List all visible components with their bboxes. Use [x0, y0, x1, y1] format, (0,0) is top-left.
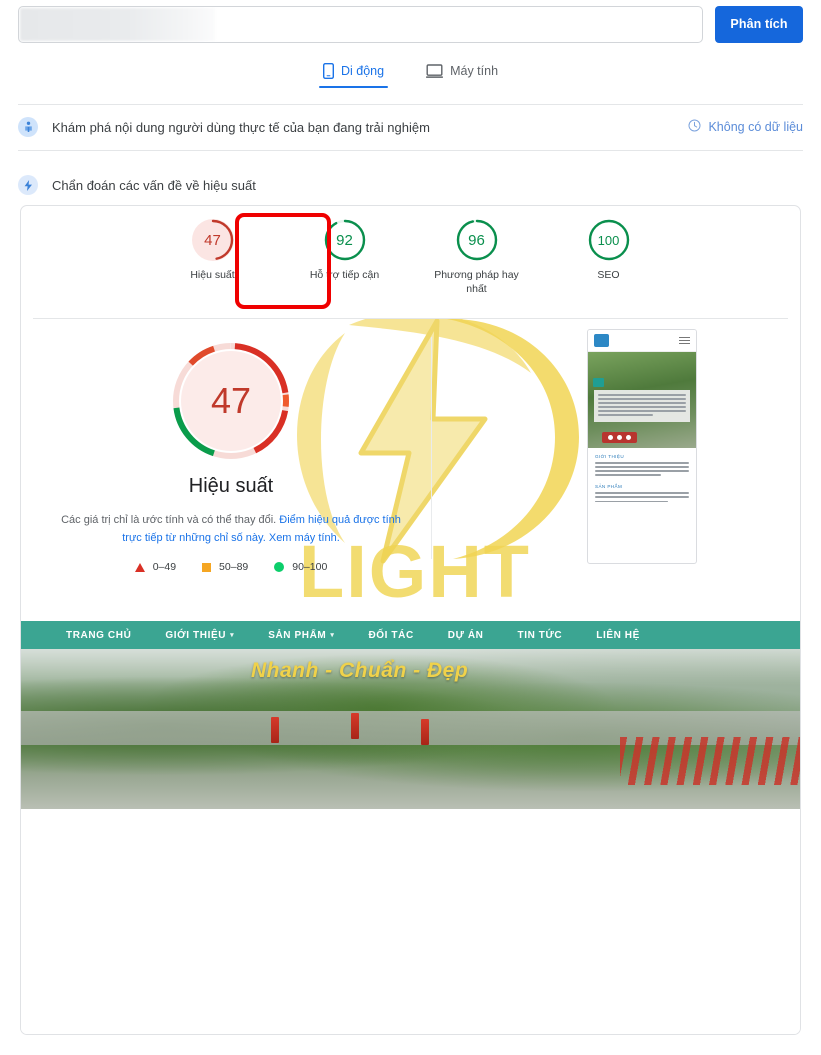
score-label-best-practices: Phương pháp hay nhất	[434, 269, 519, 296]
site-nav-item-about[interactable]: GIỚI THIỆU ▾	[148, 630, 251, 641]
no-data-label: Không có dữ liệu	[708, 120, 803, 134]
field-data-icon	[18, 117, 38, 137]
score-item-performance[interactable]: 47 Hiệu suất	[147, 219, 279, 282]
legend-label-average: 50–89	[219, 561, 249, 574]
hamburger-icon	[679, 336, 690, 345]
field-data-text: Khám phá nội dung người dùng thực tế của…	[52, 119, 430, 135]
diagnose-icon	[18, 175, 38, 195]
site-nav-item-contact[interactable]: LIÊN HỆ	[579, 630, 657, 641]
divider-mid	[18, 150, 803, 151]
tab-mobile-label: Di động	[340, 64, 385, 78]
score-summary-row: 47 Hiệu suất 92 Hỗ trợ tiếp cận 96 Phươn…	[21, 206, 800, 318]
site-nav-label: GIỚI THIỆU	[165, 629, 227, 641]
website-screenshot: TRANG CHỦ GIỚI THIỆU ▾ SẢN PHẨM ▾ ĐỐI TÁ…	[21, 621, 800, 1034]
site-nav-label: SẢN PHẨM	[268, 629, 327, 641]
performance-gauge-wrap: 47 Hiệu suất Các giá trị chỉ là ước tính…	[21, 337, 441, 573]
site-nav-item-partners[interactable]: ĐỐI TÁC	[351, 630, 430, 641]
legend-label-good: 90–100	[292, 561, 328, 574]
score-value-performance: 47	[204, 231, 221, 249]
page-root: Phân tích Di động Máy tính Khám phá nội …	[0, 0, 821, 1055]
site-hero-image: Nhanh - Chuẩn - Đẹp	[21, 649, 800, 809]
diagnose-row: Chẩn đoán các vấn đề về hiệu suất	[18, 168, 803, 202]
url-redacted-overlay	[20, 7, 215, 41]
preview-section-heading: GIỚI THIỆU	[595, 454, 625, 459]
clock-icon	[688, 119, 701, 135]
legend-label-poor: 0–49	[152, 561, 177, 574]
gauge-description: Các giá trị chỉ là ước tính và có thể th…	[51, 511, 411, 547]
preview-hero-card	[594, 390, 690, 422]
legend-item-average: 50–89	[202, 561, 248, 573]
triangle-swatch-icon	[134, 562, 145, 572]
site-hero-text: Nhanh - Chuẩn - Đẹp	[251, 659, 469, 682]
preview-section-intro: GIỚI THIỆU	[588, 448, 696, 476]
circle-swatch-icon	[274, 562, 285, 573]
performance-gauge: 47	[167, 337, 295, 465]
divider-top	[18, 104, 803, 105]
desktop-icon	[426, 63, 444, 79]
site-nav-item-products[interactable]: SẢN PHẨM ▾	[251, 630, 351, 641]
url-toolbar: Phân tích	[0, 4, 821, 44]
tab-mobile[interactable]: Di động	[318, 60, 389, 88]
preview-section-products: SẢN PHẨM	[588, 478, 696, 503]
mobile-screenshot-preview: GIỚI THIỆU SẢN PHẨM	[587, 329, 697, 564]
preview-logo-icon	[594, 334, 609, 347]
site-nav-label: LIÊN HỆ	[596, 629, 640, 641]
gauge-desc-link-desktop[interactable]: Xem máy tính.	[266, 532, 340, 544]
site-nav-label: TIN TỨC	[517, 629, 563, 641]
site-nav-item-news[interactable]: TIN TỨC	[501, 630, 580, 641]
site-nav-item-home[interactable]: TRANG CHỦ	[49, 630, 148, 641]
square-swatch-icon	[202, 562, 212, 572]
mobile-icon	[322, 63, 334, 79]
gauge-score-value: 47	[210, 380, 252, 421]
gauge-desc-text: Các giá trị chỉ là ước tính và có thể th…	[61, 514, 280, 526]
score-label-accessibility: Hỗ trợ tiếp cận	[309, 269, 380, 281]
preview-carousel-dots	[602, 432, 637, 443]
preview-section-heading-2: SẢN PHẨM	[595, 484, 623, 490]
analyze-button[interactable]: Phân tích	[715, 5, 803, 43]
tab-desktop[interactable]: Máy tính	[422, 60, 502, 88]
score-legend: 0–49 50–89 90–100	[134, 561, 327, 574]
score-ring-performance: 47	[191, 219, 234, 261]
site-nav-label: DỰ ÁN	[447, 629, 484, 641]
preview-hero-tag	[593, 378, 605, 387]
score-label-performance: Hiệu suất	[190, 269, 235, 281]
score-ring-seo: 100	[588, 219, 630, 261]
site-nav-item-projects[interactable]: DỰ ÁN	[431, 630, 501, 641]
site-nav-label: ĐỐI TÁC	[368, 629, 414, 641]
score-label-seo: SEO	[597, 269, 620, 281]
gauge-title: Hiệu suất	[188, 475, 274, 497]
url-input[interactable]	[18, 5, 703, 43]
site-nav-label: TRANG CHỦ	[66, 629, 132, 641]
field-data-row: Khám phá nội dung người dùng thực tế của…	[18, 110, 803, 144]
score-value-seo: 100	[597, 232, 620, 248]
score-ring-accessibility: 92	[324, 219, 366, 261]
site-nav-bar: TRANG CHỦ GIỚI THIỆU ▾ SẢN PHẨM ▾ ĐỐI TÁ…	[21, 621, 800, 649]
score-item-best-practices[interactable]: 96 Phương pháp hay nhất	[411, 219, 543, 296]
chevron-down-icon: ▾	[230, 632, 235, 639]
device-tabs: Di động Máy tính	[0, 60, 821, 88]
score-item-seo[interactable]: 100 SEO	[543, 219, 675, 282]
no-data-status[interactable]: Không có dữ liệu	[688, 119, 803, 135]
score-value-best-practices: 96	[468, 231, 485, 249]
report-card: 47 Hiệu suất 92 Hỗ trợ tiếp cận 96 Phươn…	[20, 205, 801, 1035]
preview-hero	[588, 352, 696, 448]
score-item-accessibility[interactable]: 92 Hỗ trợ tiếp cận	[279, 219, 411, 282]
preview-header	[588, 330, 696, 352]
diagnose-text: Chẩn đoán các vấn đề về hiệu suất	[52, 177, 256, 193]
score-ring-best-practices: 96	[456, 219, 498, 261]
chevron-down-icon: ▾	[330, 632, 335, 639]
legend-item-poor: 0–49	[134, 561, 177, 574]
tab-desktop-label: Máy tính	[450, 64, 499, 78]
legend-item-good: 90–100	[274, 561, 327, 573]
hero-guardrail	[620, 737, 800, 785]
score-value-accessibility: 92	[336, 231, 353, 249]
gauge-section: LIGHT 47 Hiệu suất Các giá trị chỉ là ướ…	[21, 319, 800, 621]
